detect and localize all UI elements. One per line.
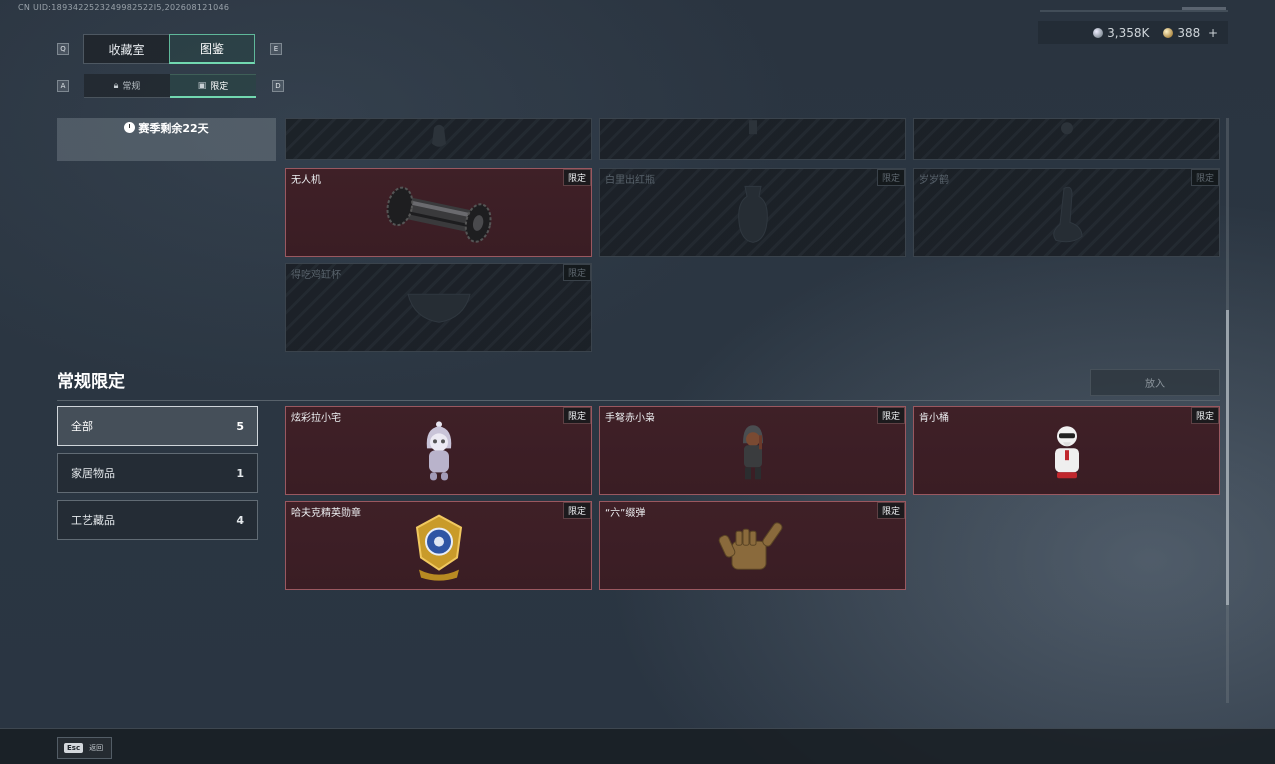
collectible-card-six-bullet[interactable]: “六”缀弹 限定 <box>599 501 906 590</box>
collectible-card-crane[interactable]: 岁岁鹤 限定 <box>913 168 1220 257</box>
collectible-card-red-bottle[interactable]: 白里出红瓶 限定 <box>599 168 906 257</box>
collectible-card[interactable] <box>285 118 592 160</box>
prev-tab-key-hint: Q <box>57 43 69 55</box>
limited-badge: 限定 <box>562 407 591 424</box>
bottom-bar <box>0 728 1275 764</box>
esc-key-icon: Esc <box>64 743 84 753</box>
limited-badge: 限定 <box>876 502 905 519</box>
bottle-silhouette-icon <box>733 182 773 250</box>
colonel-figurine-icon <box>1047 422 1087 486</box>
scrollbar-thumb[interactable] <box>1226 310 1229 605</box>
hooded-figure-icon <box>735 421 771 487</box>
collectible-card[interactable] <box>913 118 1220 160</box>
place-button[interactable]: 放入 <box>1090 369 1220 396</box>
category-craft-collectibles[interactable]: 工艺藏品 4 <box>57 500 258 540</box>
collectible-card-lala-house[interactable]: 炫彩拉小宅 限定 <box>285 406 592 495</box>
subtab-limited[interactable]: ▣ 限定 <box>170 74 256 98</box>
season-remaining-panel: 赛季剩余22天 <box>57 118 276 161</box>
limited-badge: 限定 <box>562 169 591 186</box>
clock-icon <box>124 122 136 133</box>
cup-silhouette-icon <box>404 288 474 332</box>
next-tab-key-hint: E <box>270 43 282 55</box>
section-title: 常规限定 <box>57 372 125 392</box>
limited-badge: 限定 <box>562 502 591 519</box>
limited-badge: 限定 <box>876 407 905 424</box>
back-label: 返回 <box>89 744 104 752</box>
gold-currency[interactable]: 388 + <box>1163 26 1218 40</box>
collectible-card[interactable] <box>599 118 906 160</box>
category-all[interactable]: 全部 5 <box>57 406 258 446</box>
subtab-regular[interactable]: 🔒︎ 常规 <box>84 74 170 98</box>
collectible-silhouette <box>743 118 763 142</box>
drone-roller-icon <box>379 179 499 253</box>
season-remaining-text: 赛季剩余22天 <box>138 122 209 135</box>
hooded-doll-icon <box>419 420 459 488</box>
back-button[interactable]: Esc 返回 <box>57 737 112 759</box>
tab-catalog[interactable]: 图鉴 <box>169 34 255 64</box>
add-currency-icon[interactable]: + <box>1208 26 1218 40</box>
category-home-items[interactable]: 家居物品 1 <box>57 453 258 493</box>
currency-bar: 3,358K 388 + <box>1038 21 1228 44</box>
limited-badge: 限定 <box>876 169 905 186</box>
collectible-card-crossbow-owl[interactable]: 手弩赤小枭 限定 <box>599 406 906 495</box>
prev-subtab-key-hint: A <box>57 80 69 92</box>
limited-badge: 限定 <box>1190 407 1219 424</box>
user-uid: CN UID:1893422523249982522I5,20260812104… <box>18 3 230 12</box>
next-subtab-key-hint: D <box>272 80 284 92</box>
tab-collection-room[interactable]: 收藏室 <box>83 34 169 64</box>
gold-coin-icon <box>1163 27 1174 38</box>
lock-icon: 🔒︎ <box>113 80 119 91</box>
crane-silhouette-icon <box>1042 182 1092 250</box>
medal-icon <box>411 513 467 585</box>
silver-coin-icon <box>1093 27 1104 38</box>
image-icon: ▣ <box>197 80 207 91</box>
top-indicator <box>1182 7 1226 10</box>
collectible-silhouette <box>1057 118 1077 142</box>
section-divider <box>57 400 1220 401</box>
collectible-card-haavk-medal[interactable]: 哈夫克精英勋章 限定 <box>285 501 592 590</box>
top-divider <box>1040 10 1228 12</box>
collectible-card-drone[interactable]: 无人机 限定 <box>285 168 592 257</box>
collectible-card-ken-bucket[interactable]: 肯小桶 限定 <box>913 406 1220 495</box>
hand-gesture-icon <box>718 517 788 581</box>
limited-badge: 限定 <box>1190 169 1219 186</box>
silver-currency: 3,358K <box>1093 26 1149 40</box>
collectible-card-cup[interactable]: 得吃鸡缸杯 限定 <box>285 263 592 352</box>
limited-badge: 限定 <box>562 264 591 281</box>
collectible-silhouette <box>424 124 454 158</box>
